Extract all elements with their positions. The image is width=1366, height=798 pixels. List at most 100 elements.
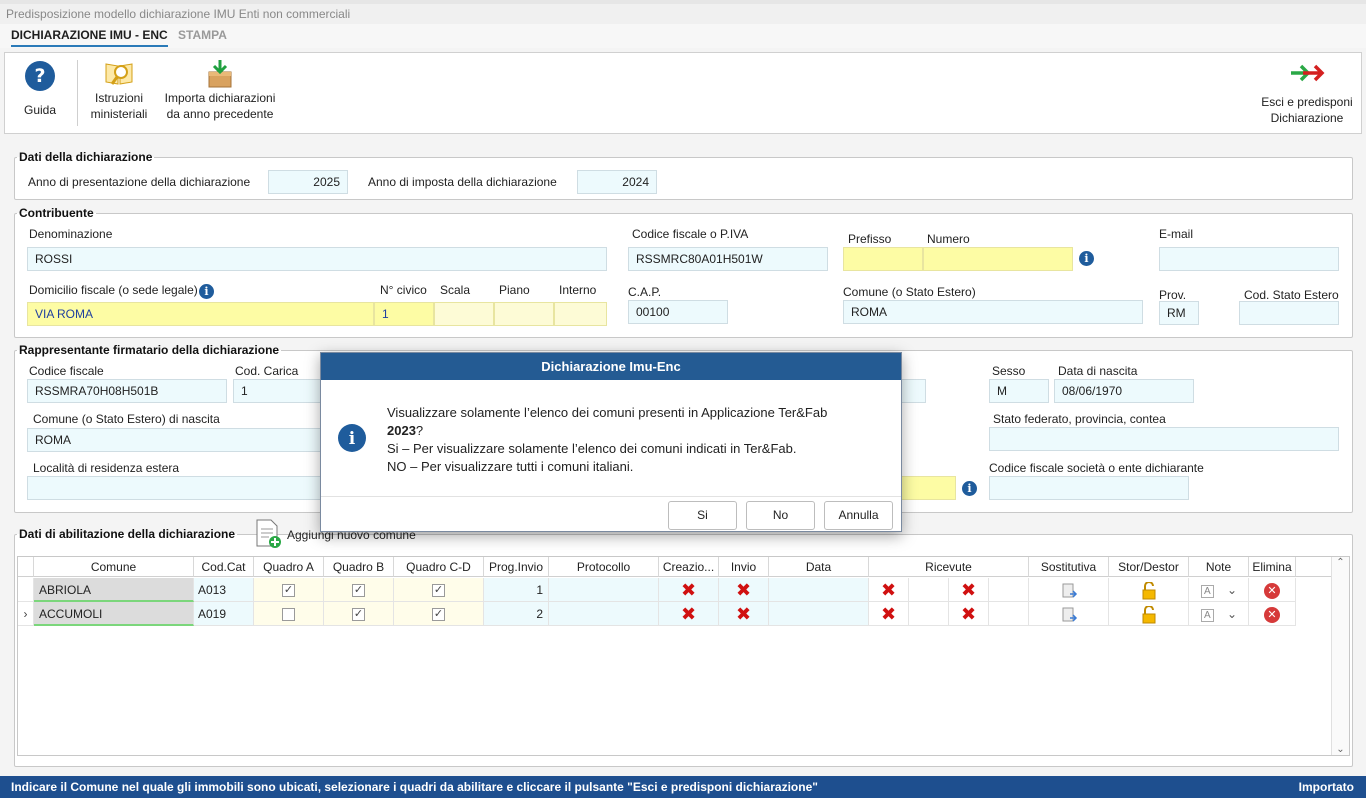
- istruzioni-button[interactable]: Istruzioni ministeriali: [84, 58, 154, 122]
- sostitutiva-button[interactable]: [1029, 578, 1109, 602]
- localita-field[interactable]: [27, 476, 323, 500]
- add-comune-button[interactable]: Aggiungi nuovo comune: [255, 519, 416, 549]
- carica-field[interactable]: 1: [233, 379, 323, 403]
- stato-federato-field[interactable]: [989, 427, 1339, 451]
- checkbox-checked[interactable]: ✓: [432, 608, 445, 622]
- no-button[interactable]: No: [746, 501, 815, 530]
- cell-quadro-a[interactable]: ✓: [254, 578, 324, 602]
- cell-quadro-b[interactable]: ✓: [324, 602, 394, 626]
- cap-field[interactable]: 00100: [628, 300, 728, 324]
- codice-fiscale-label: Codice fiscale o P.IVA: [632, 227, 749, 241]
- cell-codcat[interactable]: A019: [194, 602, 254, 626]
- cell-comune[interactable]: ACCUMOLI: [34, 602, 194, 626]
- col-note[interactable]: Note: [1189, 557, 1249, 577]
- help-icon: ?: [25, 61, 55, 91]
- cell-quadro-b[interactable]: ✓: [324, 578, 394, 602]
- checkbox-checked[interactable]: ✓: [282, 584, 295, 598]
- elimina-button[interactable]: ✕: [1249, 602, 1296, 626]
- col-invio[interactable]: Invio: [719, 557, 769, 577]
- cf-societa-label: Codice fiscale società o ente dichiarant…: [989, 461, 1204, 475]
- col-stor-destor[interactable]: Stor/Destor: [1109, 557, 1189, 577]
- cell-codcat[interactable]: A013: [194, 578, 254, 602]
- scroll-down-icon[interactable]: ⌄: [1332, 744, 1349, 755]
- codice-fiscale-field[interactable]: RSSMRC80A01H501W: [628, 247, 828, 271]
- email-field[interactable]: [1159, 247, 1339, 271]
- chevron-down-icon: ⌄: [1227, 607, 1238, 621]
- importa-button[interactable]: Importa dichiarazioni da anno precedente: [161, 58, 279, 122]
- rapp-cf-label: Codice fiscale: [29, 364, 104, 378]
- numero-field[interactable]: [923, 247, 1073, 271]
- cell-quadro-cd[interactable]: ✓: [394, 578, 484, 602]
- prefisso-field[interactable]: [843, 247, 923, 271]
- anno-imposta-field[interactable]: 2024: [577, 170, 657, 194]
- cell-prog-invio[interactable]: 2: [484, 602, 549, 626]
- col-protocollo[interactable]: Protocollo: [549, 557, 659, 577]
- elimina-button[interactable]: ✕: [1249, 578, 1296, 602]
- cell-ricevute-blank: [989, 578, 1029, 602]
- anno-presentazione-field[interactable]: 2025: [268, 170, 348, 194]
- sostitutiva-button[interactable]: [1029, 602, 1109, 626]
- interno-field[interactable]: [554, 302, 607, 326]
- cross-icon[interactable]: ✖: [869, 578, 909, 602]
- col-sostitutiva[interactable]: Sostitutiva: [1029, 557, 1109, 577]
- col-elimina[interactable]: Elimina: [1249, 557, 1296, 577]
- col-codcat[interactable]: Cod.Cat: [194, 557, 254, 577]
- row-selector-current[interactable]: ›: [18, 602, 34, 626]
- checkbox-unchecked[interactable]: [282, 608, 295, 622]
- tab-dichiarazione[interactable]: DICHIARAZIONE IMU - ENC: [11, 28, 168, 47]
- stor-destor-button[interactable]: [1109, 578, 1189, 602]
- cf-societa-field[interactable]: [989, 476, 1189, 500]
- cell-quadro-cd[interactable]: ✓: [394, 602, 484, 626]
- rapp-cf-field[interactable]: RSSMRA70H08H501B: [27, 379, 227, 403]
- sesso-field[interactable]: M: [989, 379, 1049, 403]
- email-label: E-mail: [1159, 227, 1194, 241]
- col-ricevute[interactable]: Ricevute: [869, 557, 1029, 577]
- scroll-up-icon[interactable]: ⌃: [1332, 557, 1349, 568]
- col-comune[interactable]: Comune: [34, 557, 194, 577]
- prov-field[interactable]: RM: [1159, 301, 1199, 325]
- cell-protocollo[interactable]: [549, 578, 659, 602]
- scala-field[interactable]: [434, 302, 494, 326]
- data-nascita-field[interactable]: 08/06/1970: [1054, 379, 1194, 403]
- comune-nascita-field[interactable]: ROMA: [27, 428, 323, 452]
- checkbox-checked[interactable]: ✓: [352, 584, 365, 598]
- note-dropdown[interactable]: A ⌄: [1189, 602, 1249, 626]
- cross-icon[interactable]: ✖: [949, 578, 989, 602]
- checkbox-checked[interactable]: ✓: [432, 584, 445, 598]
- stor-destor-button[interactable]: [1109, 602, 1189, 626]
- piano-field[interactable]: [494, 302, 554, 326]
- comune-field[interactable]: ROMA: [843, 300, 1143, 324]
- interno-label: Interno: [559, 283, 597, 297]
- col-quadro-cd[interactable]: Quadro C-D: [394, 557, 484, 577]
- civico-field[interactable]: 1: [374, 302, 434, 326]
- info-icon[interactable]: i: [199, 284, 214, 299]
- col-quadro-b[interactable]: Quadro B: [324, 557, 394, 577]
- col-prog-invio[interactable]: Prog.Invio: [484, 557, 549, 577]
- domicilio-field[interactable]: VIA ROMA: [27, 302, 374, 326]
- cell-data[interactable]: [769, 578, 869, 602]
- denominazione-field[interactable]: ROSSI: [27, 247, 607, 271]
- info-icon[interactable]: i: [962, 481, 977, 496]
- esci-predisponi-button[interactable]: Esci e predisponi Dichiarazione: [1258, 60, 1356, 126]
- stato-estero-field[interactable]: [1239, 301, 1339, 325]
- cell-protocollo[interactable]: [549, 602, 659, 626]
- note-dropdown[interactable]: A ⌄: [1189, 578, 1249, 602]
- checkbox-checked[interactable]: ✓: [352, 608, 365, 622]
- cell-prog-invio[interactable]: 1: [484, 578, 549, 602]
- guida-button[interactable]: ? Guida: [16, 60, 64, 118]
- document-replace-icon: [1062, 607, 1077, 622]
- si-button[interactable]: Si: [668, 501, 737, 530]
- col-creazione[interactable]: Creazio...: [659, 557, 719, 577]
- info-icon[interactable]: i: [1079, 251, 1094, 266]
- row-selector[interactable]: [18, 578, 34, 602]
- grid-scrollbar[interactable]: ⌃ ⌄: [1331, 557, 1349, 755]
- col-quadro-a[interactable]: Quadro A: [254, 557, 324, 577]
- cross-icon[interactable]: ✖: [869, 602, 909, 626]
- cell-data[interactable]: [769, 602, 869, 626]
- cross-icon[interactable]: ✖: [949, 602, 989, 626]
- tab-stampa[interactable]: STAMPA: [178, 28, 227, 42]
- annulla-button[interactable]: Annulla: [824, 501, 893, 530]
- col-data[interactable]: Data: [769, 557, 869, 577]
- cell-comune[interactable]: ABRIOLA: [34, 578, 194, 602]
- cell-quadro-a[interactable]: [254, 602, 324, 626]
